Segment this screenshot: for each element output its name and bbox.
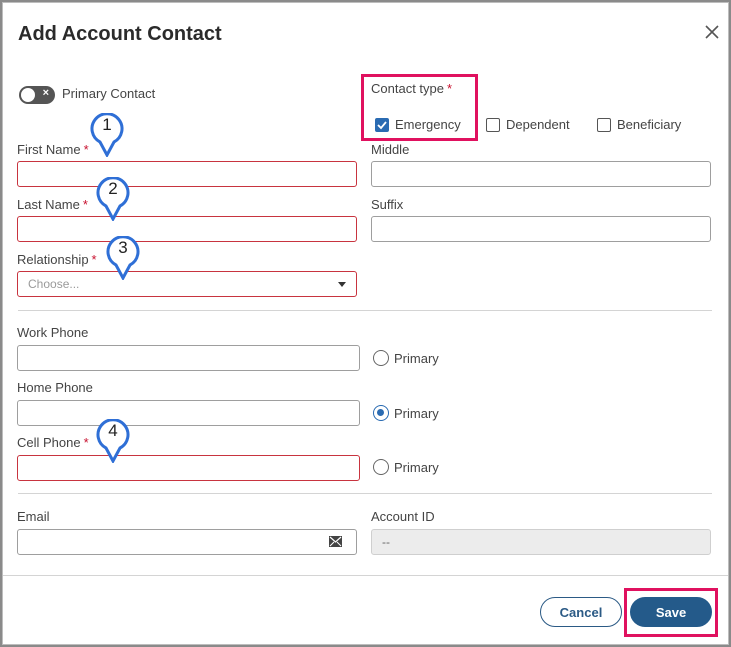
first-name-label: First Name * bbox=[17, 142, 89, 157]
email-label: Email bbox=[17, 509, 50, 524]
primary-contact-toggle[interactable]: × bbox=[19, 86, 55, 104]
primary-contact-label: Primary Contact bbox=[62, 86, 156, 101]
radio-dot bbox=[377, 409, 384, 416]
home-phone-label: Home Phone bbox=[17, 380, 93, 395]
suffix-label: Suffix bbox=[371, 197, 404, 212]
last-name-label: Last Name * bbox=[17, 197, 88, 212]
close-icon[interactable] bbox=[703, 23, 721, 41]
middle-label: Middle bbox=[371, 142, 410, 157]
dialog-title: Add Account Contact bbox=[18, 23, 222, 45]
dependent-label: Dependent bbox=[506, 117, 570, 132]
work-phone-primary-label: Primary bbox=[394, 351, 439, 366]
suffix-field[interactable] bbox=[371, 216, 711, 242]
cancel-button[interactable]: Cancel bbox=[540, 597, 622, 627]
envelope-icon bbox=[329, 536, 342, 547]
save-highlight bbox=[624, 588, 718, 637]
annotation-marker-4: 4 bbox=[96, 418, 130, 465]
marker-number: 3 bbox=[118, 238, 128, 257]
relationship-select[interactable]: Choose... bbox=[17, 271, 357, 297]
last-name-field[interactable] bbox=[17, 216, 357, 242]
section-divider bbox=[18, 493, 712, 494]
annotation-marker-3: 3 bbox=[106, 235, 140, 282]
account-id-field: -- bbox=[371, 529, 711, 555]
work-phone-field[interactable] bbox=[17, 345, 360, 371]
marker-number: 4 bbox=[108, 421, 118, 440]
relationship-label: Relationship * bbox=[17, 252, 97, 267]
work-phone-label: Work Phone bbox=[17, 325, 89, 340]
dependent-checkbox[interactable] bbox=[486, 118, 500, 132]
toggle-knob bbox=[21, 88, 35, 102]
first-name-field[interactable] bbox=[17, 161, 357, 187]
account-id-label: Account ID bbox=[371, 509, 435, 524]
middle-field[interactable] bbox=[371, 161, 711, 187]
annotation-marker-1: 1 bbox=[90, 112, 124, 159]
toggle-off-icon: × bbox=[42, 87, 49, 99]
cell-phone-field[interactable] bbox=[17, 455, 360, 481]
work-phone-primary-radio[interactable] bbox=[373, 350, 389, 366]
section-divider bbox=[18, 310, 712, 311]
cell-phone-label: Cell Phone * bbox=[17, 435, 89, 450]
annotation-marker-2: 2 bbox=[96, 176, 130, 223]
home-phone-field[interactable] bbox=[17, 400, 360, 426]
marker-number: 2 bbox=[108, 179, 118, 198]
footer-divider bbox=[3, 575, 728, 576]
home-phone-primary-radio[interactable] bbox=[373, 405, 389, 421]
emergency-checkbox[interactable] bbox=[375, 118, 389, 132]
cell-phone-primary-radio[interactable] bbox=[373, 459, 389, 475]
relationship-placeholder: Choose... bbox=[28, 277, 80, 291]
email-field[interactable] bbox=[17, 529, 357, 555]
add-contact-dialog: Add Account Contact × Primary Contact Co… bbox=[2, 2, 729, 645]
chevron-down-icon bbox=[338, 281, 346, 287]
home-phone-primary-label: Primary bbox=[394, 406, 439, 421]
marker-number: 1 bbox=[102, 115, 112, 134]
checkmark-icon bbox=[377, 121, 387, 130]
emergency-label: Emergency bbox=[395, 117, 461, 132]
cell-phone-primary-label: Primary bbox=[394, 460, 439, 475]
beneficiary-label: Beneficiary bbox=[617, 117, 682, 132]
beneficiary-checkbox[interactable] bbox=[597, 118, 611, 132]
